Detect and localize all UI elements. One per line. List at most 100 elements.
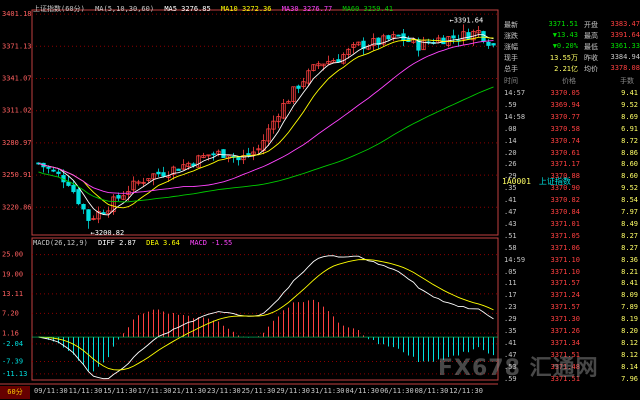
tick-qty: 8.20 <box>621 327 638 335</box>
tick-qty: 8.49 <box>621 219 638 228</box>
tick-qty: 8.14 <box>621 362 638 371</box>
tick-header-price: 价格 <box>562 77 576 85</box>
tick-row[interactable]: .35 3371.26 8.20 <box>502 326 638 338</box>
tick-price: 3370.58 <box>550 124 580 133</box>
tick-time: .14 <box>504 136 517 145</box>
quote-row: 涨幅 ▼0.20% 最低 3361.33 <box>502 42 640 53</box>
quote-label: 最高 <box>584 32 598 40</box>
tick-row[interactable]: .59 3369.94 9.52 <box>502 100 638 112</box>
tick-row[interactable]: .14 3370.74 8.72 <box>502 136 638 148</box>
ma10-line <box>38 36 494 209</box>
tick-qty: 9.52 <box>621 184 638 193</box>
kline-chart-svg[interactable]: 3401.18 3371.13 3341.07 3311.02 3280.97 3250.… <box>0 0 500 400</box>
tick-time: 14:59 <box>504 255 526 264</box>
tick-row[interactable]: .41 3371.34 8.12 <box>502 338 638 350</box>
x-axis-label: 17/11:30 <box>138 387 172 395</box>
period-tab[interactable]: 60分 <box>0 386 30 399</box>
tick-row[interactable]: .41 3370.82 8.54 <box>502 195 638 207</box>
tick-row[interactable]: .05 3371.10 8.21 <box>502 267 638 279</box>
quote-value: 3384.94 <box>610 53 640 61</box>
candle-body <box>156 171 161 175</box>
tick-row[interactable]: .20 3370.61 8.86 <box>502 148 638 160</box>
tick-qty: 6.91 <box>621 124 638 133</box>
tick-time: .23 <box>504 303 517 312</box>
tick-qty: 8.12 <box>621 338 638 347</box>
tick-row[interactable]: .35 3370.90 9.52 <box>502 183 638 195</box>
price-axis-label: 3280.97 <box>2 139 32 147</box>
candle-body <box>396 34 401 37</box>
tick-price: 3371.10 <box>550 267 580 276</box>
x-axis-label: 23/11:30 <box>207 387 241 395</box>
tick-row[interactable]: .17 3371.24 8.09 <box>502 290 638 302</box>
candle-body <box>66 181 71 186</box>
tick-row[interactable]: 14:57 3370.05 9.41 <box>502 88 638 100</box>
tick-row[interactable]: .29 3371.30 8.19 <box>502 314 638 326</box>
candle-body <box>51 169 56 172</box>
quote-label: 最低 <box>584 43 598 51</box>
tick-qty: 8.72 <box>621 136 638 145</box>
x-axis-label: 29/11:30 <box>276 387 310 395</box>
tick-price: 3371.06 <box>550 243 580 252</box>
tick-row[interactable]: .23 3371.57 7.89 <box>502 302 638 314</box>
quote-value: 3391.64 <box>610 31 640 39</box>
tick-time: 14:58 <box>504 112 526 121</box>
tick-qty: 8.21 <box>621 267 638 276</box>
candle-body <box>296 85 301 89</box>
tick-price: 3371.26 <box>550 327 580 335</box>
tick-price: 3371.05 <box>550 231 580 240</box>
macd-diff: DIFF 2.87 <box>98 239 136 247</box>
tick-row[interactable]: .47 3370.84 7.97 <box>502 207 638 219</box>
tick-price: 3371.01 <box>550 219 580 228</box>
tick-row[interactable]: .08 3370.58 6.91 <box>502 124 638 136</box>
candle-body <box>451 35 456 39</box>
macd-axis-label: -7.39 <box>2 357 23 365</box>
candle-body <box>386 35 391 40</box>
price-axis-label: 3250.91 <box>2 171 32 179</box>
macd-axis-label: 1.16 <box>2 329 19 337</box>
tick-price: 3370.90 <box>550 184 580 193</box>
kline-chart-panel[interactable]: 3401.18 3371.13 3341.07 3311.02 3280.97 3250.… <box>0 0 500 400</box>
tick-row[interactable]: .29 3370.88 8.60 <box>502 171 638 183</box>
x-axis-label: 09/11:30 <box>34 387 68 395</box>
tick-qty: 9.41 <box>621 89 638 97</box>
macd-dea: DEA 3.64 <box>146 239 180 247</box>
candle-body <box>176 168 181 171</box>
tick-qty: 8.86 <box>621 148 638 157</box>
quote-value: 13.55万 <box>549 54 578 62</box>
ma5-value: MA5 3276.85 <box>164 5 211 13</box>
quote-label: 总手 <box>504 65 518 73</box>
x-axis-label: 08/11:30 <box>415 387 449 395</box>
tick-qty: 8.12 <box>621 350 638 359</box>
x-axis-label: 12/11:30 <box>449 387 483 395</box>
tick-row[interactable]: .58 3371.06 8.27 <box>502 243 638 255</box>
tick-row[interactable]: 14:58 3370.77 8.69 <box>502 112 638 124</box>
tick-time: .17 <box>504 291 517 300</box>
tick-time: .35 <box>504 327 517 335</box>
tick-time: .51 <box>504 231 517 240</box>
tick-row[interactable]: .43 3371.01 8.49 <box>502 219 638 231</box>
tick-row[interactable]: .26 3371.17 8.60 <box>502 159 638 171</box>
candle-body <box>486 41 491 46</box>
x-axis-label: 15/11:30 <box>103 387 137 395</box>
candle-body <box>221 149 226 158</box>
ma30-value: MA30 3276.77 <box>281 5 333 13</box>
tick-qty: 8.27 <box>621 231 638 240</box>
tick-row[interactable]: .11 3371.57 8.41 <box>502 278 638 290</box>
price-axis-label: 3341.07 <box>2 74 32 82</box>
quote-value: 3371.51 <box>548 20 578 28</box>
ma10-value: MA10 3272.36 <box>220 5 272 13</box>
quote-label: 现手 <box>504 54 518 62</box>
candle-body <box>71 184 76 193</box>
ma60-value: MA60 3259.41 <box>342 5 394 13</box>
x-axis-label: 06/11:30 <box>380 387 414 395</box>
tick-row[interactable]: .51 3371.05 8.27 <box>502 231 638 243</box>
candle-body <box>466 32 471 40</box>
quote-value: ▼0.20% <box>552 42 578 50</box>
tick-time: .05 <box>504 267 517 276</box>
tick-header-qty: 手数 <box>620 77 634 85</box>
tick-time: .41 <box>504 338 517 347</box>
quote-value: 2.21亿 <box>554 65 578 73</box>
quote-label: 均价 <box>584 65 598 73</box>
macd-dea-line <box>38 259 494 371</box>
tick-row[interactable]: 14:59 3371.10 8.36 <box>502 255 638 267</box>
